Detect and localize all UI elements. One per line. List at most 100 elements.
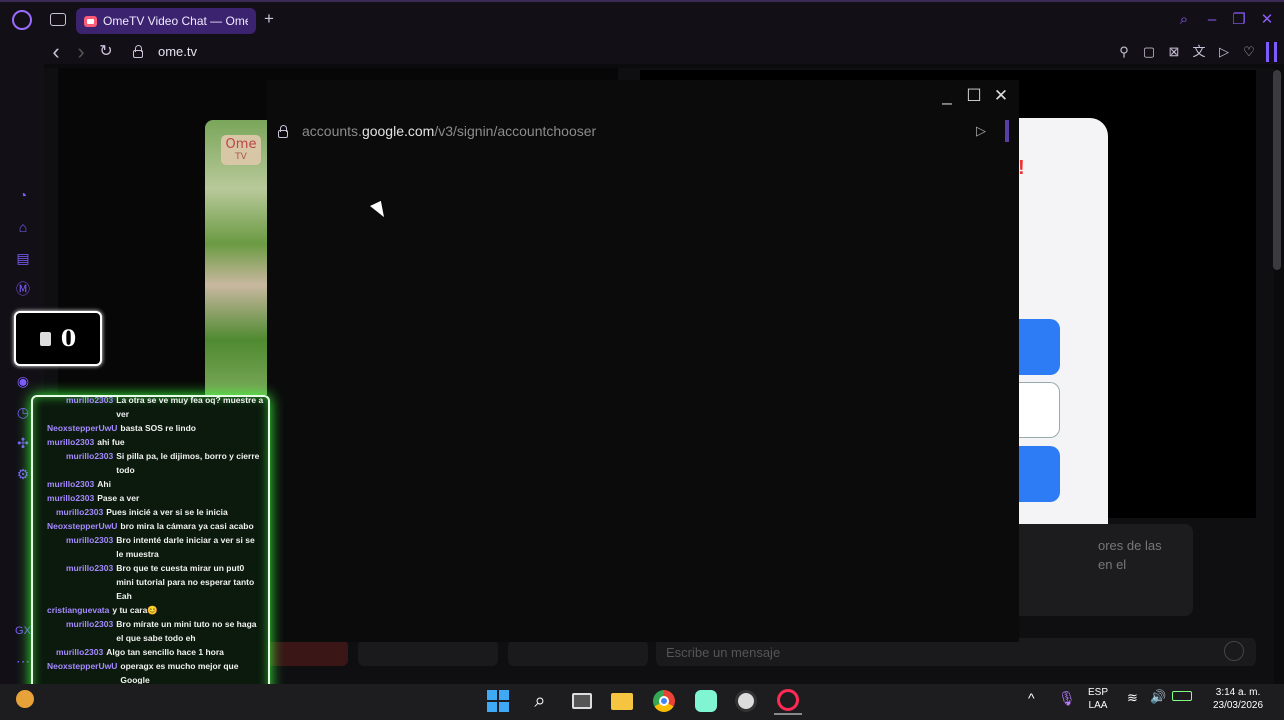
login-button-secondary[interactable] [1018, 382, 1060, 438]
info-text-line1: ores de las [1098, 538, 1162, 553]
chat-text: bro mira la cámara ya casi acabo [120, 521, 254, 531]
chat-username: murillo2303 [56, 647, 104, 657]
popup-maximize-button[interactable]: ☐ [964, 86, 984, 106]
start-button[interactable] [484, 687, 512, 715]
forward-button[interactable]: › [72, 41, 90, 63]
chat-text: Si pilla pa, le dijimos, borro y cierre … [116, 451, 260, 475]
logo-line1: Ome [225, 137, 257, 152]
chat-username: murillo2303 [47, 437, 95, 447]
sidebar-twitch-icon[interactable]: ▤ [14, 249, 32, 267]
sidebar-speed-dial-icon[interactable]: ◔ [14, 186, 32, 204]
tab-ometv[interactable]: OmeTV Video Chat — Ome [76, 8, 256, 34]
chat-username: murillo2303 [66, 563, 114, 573]
clock[interactable]: 3:14 a. m. 23/03/2026 [1206, 686, 1270, 712]
chat-username: murillo2303 [66, 451, 114, 461]
sidebar-messenger-icon[interactable]: Ⓜ [14, 280, 32, 298]
reload-button[interactable]: ↻ [97, 43, 115, 61]
stop-button[interactable] [262, 640, 348, 666]
chat-message: murillo2303 Bro mírate un mini tuto no se… [39, 617, 264, 645]
maximize-button[interactable]: ❐ [1229, 10, 1249, 30]
close-button[interactable]: ✕ [1257, 10, 1277, 30]
pin-icon[interactable]: ⚲ [1116, 44, 1132, 60]
chat-username: NeoxstepperUwU [47, 521, 118, 531]
skip-button[interactable] [358, 640, 498, 666]
sidebar-more-icon[interactable]: ⋯ [14, 652, 32, 670]
chat-message: murillo2303 Bro intenté darle iniciar a v… [39, 533, 264, 561]
search-taskbar-icon[interactable]: ⌕ [526, 687, 554, 715]
info-text-line2: en el [1098, 557, 1127, 572]
chat-message: murillo2303 Si pilla pa, le dijimos, borr… [39, 449, 264, 477]
login-button-primary[interactable] [1018, 319, 1060, 375]
viewer-count: 0 [60, 325, 77, 352]
chat-message: murillo2303 Pase a ver [39, 491, 264, 505]
tab-bar-border [0, 0, 1284, 2]
opera-menu-icon[interactable] [12, 10, 32, 30]
sidebar-toggle-bar-2[interactable] [1274, 42, 1277, 62]
language-line2: LAA [1088, 700, 1108, 711]
wifi-icon[interactable]: ≋ [1127, 690, 1138, 706]
sidebar-history-icon[interactable]: ◷ [14, 403, 32, 421]
task-view-icon[interactable] [568, 687, 596, 715]
message-input[interactable]: Escribe un mensaje [656, 638, 1256, 666]
google-signin-popup [267, 80, 1019, 642]
weather-icon[interactable] [16, 690, 34, 708]
minimize-button[interactable]: – [1202, 10, 1222, 30]
page-scrollbar[interactable] [1273, 70, 1281, 270]
opera-gx-taskbar-icon[interactable] [774, 687, 802, 715]
sidebar-gx-icon[interactable]: GX [14, 622, 32, 640]
chat-message: murillo2303 Ahi [39, 477, 264, 491]
volume-icon[interactable]: 🔊 [1150, 689, 1166, 705]
new-tab-button[interactable]: + [260, 10, 278, 28]
search-icon[interactable]: ⌕ [1174, 10, 1194, 30]
snapshot-icon[interactable]: ▢ [1141, 44, 1157, 60]
back-button[interactable]: ‹ [47, 41, 65, 63]
report-button[interactable] [508, 640, 648, 666]
battery-icon[interactable] [1172, 691, 1192, 701]
file-explorer-icon[interactable] [608, 687, 636, 715]
block-icon[interactable]: ⊠ [1166, 44, 1182, 60]
chat-username: murillo2303 [66, 619, 114, 629]
sidebar-toggle-bar[interactable] [1266, 42, 1269, 62]
popup-minimize-button[interactable]: _ [937, 86, 957, 106]
chat-message: NeoxstepperUwU operagx es mucho mejor que… [39, 659, 264, 687]
sidebar-player-icon[interactable]: ◉ [14, 372, 32, 390]
login-button-tertiary[interactable] [1018, 446, 1060, 502]
popup-sidebar-bar [1005, 120, 1009, 142]
chat-message: NeoxstepperUwU bro mira la cámara ya casi… [39, 519, 264, 533]
sidebar-store-icon[interactable]: ⌂ [14, 218, 32, 236]
emoji-icon[interactable] [1224, 641, 1244, 661]
viewer-counter: 0 [14, 311, 102, 366]
chat-message: murillo2303 ahi fue [39, 435, 264, 449]
sidebar-settings-icon[interactable]: ⚙ [14, 465, 32, 483]
language-indicator[interactable]: ESP LAA [1088, 686, 1108, 712]
popup-send-icon[interactable]: ▷ [976, 123, 986, 139]
popup-url-prefix: accounts. [302, 123, 362, 139]
chat-text: operagx es mucho mejor que Google [120, 661, 239, 685]
document-icon [39, 331, 51, 346]
info-box: ores de las en el [1018, 524, 1193, 616]
chat-username: murillo2303 [47, 493, 95, 503]
translate-icon[interactable]: 文 [1191, 44, 1207, 60]
tab-menu-icon[interactable] [50, 13, 66, 26]
microphone-icon[interactable]: 🎙 [1058, 690, 1076, 707]
chat-text: ahi fue [97, 437, 125, 447]
streamlabs-icon[interactable] [692, 687, 720, 715]
chrome-icon[interactable] [650, 687, 678, 715]
popup-close-button[interactable]: ✕ [991, 86, 1011, 106]
chat-message: murillo2303 Pues inicié a ver si se le in… [39, 505, 264, 519]
chat-username: NeoxstepperUwU [47, 661, 118, 671]
chat-message: murillo2303 La otra se ve muy fea oq? mue… [39, 397, 264, 421]
popup-url-path: /v3/signin/accountchooser [434, 123, 597, 139]
send-icon[interactable]: ▷ [1216, 44, 1232, 60]
url-field[interactable]: ome.tv [158, 44, 197, 59]
tray-chevron-icon[interactable]: ^ [1028, 690, 1035, 706]
tab-title: OmeTV Video Chat — Ome [103, 14, 248, 28]
heart-icon[interactable]: ♡ [1241, 44, 1257, 60]
stream-chat-overlay: murillo2303 La otra se ve muy fea oq? mue… [31, 395, 270, 714]
sidebar-extensions-icon[interactable]: ✣ [14, 434, 32, 452]
chat-username: murillo2303 [47, 479, 95, 489]
chat-text: Ahi [97, 479, 111, 489]
chat-text: basta SOS re lindo [120, 423, 196, 433]
clock-time: 3:14 a. m. [1215, 687, 1261, 698]
obs-icon[interactable] [732, 687, 760, 715]
